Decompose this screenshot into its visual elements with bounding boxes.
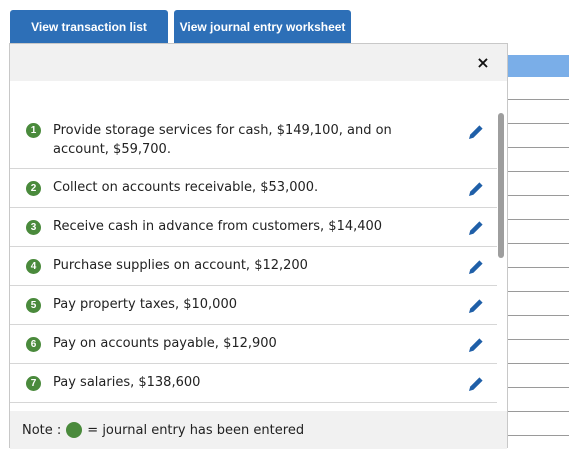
worksheet-gridline — [508, 315, 569, 316]
transaction-row: 5 Pay property taxes, $10,000 — [10, 286, 497, 325]
transaction-text: Pay salaries, $138,600 — [53, 375, 201, 390]
worksheet-gridline — [508, 195, 569, 196]
entered-status-badge: 7 — [26, 376, 41, 391]
view-journal-entry-worksheet-tab[interactable]: View journal entry worksheet — [174, 10, 351, 43]
pencil-icon[interactable] — [466, 179, 486, 199]
transaction-text: Receive cash in advance from customers, … — [53, 219, 383, 234]
note-label: Note : — [22, 422, 62, 438]
entered-status-badge: 2 — [26, 181, 41, 196]
worksheet-gridline — [508, 123, 569, 124]
entered-status-badge: 1 — [26, 123, 41, 138]
legend-note: Note : = journal entry has been entered — [10, 411, 507, 449]
worksheet-gridline — [508, 291, 569, 292]
entered-status-badge: 4 — [26, 259, 41, 274]
entered-status-badge: 3 — [26, 220, 41, 235]
transaction-row: 3 Receive cash in advance from customers… — [10, 208, 497, 247]
transaction-row: 7 Pay salaries, $138,600 — [10, 364, 497, 403]
transaction-text: Pay property taxes, $10,000 — [53, 297, 237, 312]
transaction-text: Purchase supplies on account, $12,200 — [53, 258, 308, 273]
transaction-row: 2 Collect on accounts receivable, $53,00… — [10, 169, 497, 208]
worksheet-gridline — [508, 411, 569, 412]
pencil-icon[interactable] — [466, 296, 486, 316]
worksheet-gridline — [508, 147, 569, 148]
worksheet-gridline — [508, 171, 569, 172]
transaction-text: Provide storage services for cash, $149,… — [53, 123, 392, 157]
worksheet-gridline — [508, 339, 569, 340]
worksheet-gridline — [508, 99, 569, 100]
worksheet-gridline — [508, 363, 569, 364]
note-text: = journal entry has been entered — [87, 422, 305, 438]
worksheet-header-background — [508, 55, 569, 77]
worksheet-gridline — [508, 243, 569, 244]
pencil-icon[interactable] — [466, 218, 486, 238]
worksheet-gridline — [508, 267, 569, 268]
transaction-text: Collect on accounts receivable, $53,000. — [53, 180, 319, 195]
panel-header: × — [10, 44, 507, 81]
pencil-icon[interactable] — [466, 122, 486, 142]
transaction-row: 1 Provide storage services for cash, $14… — [10, 113, 497, 169]
view-transaction-list-tab[interactable]: View transaction list — [10, 10, 168, 43]
transaction-list-panel: × 1 Provide storage services for cash, $… — [9, 43, 508, 449]
transaction-text: Pay on accounts payable, $12,900 — [53, 336, 277, 351]
transaction-row: 4 Purchase supplies on account, $12,200 — [10, 247, 497, 286]
pencil-icon[interactable] — [466, 257, 486, 277]
entered-status-badge: 6 — [26, 337, 41, 352]
scrollbar-thumb[interactable] — [498, 113, 504, 258]
pencil-icon[interactable] — [466, 374, 486, 394]
close-icon[interactable]: × — [473, 52, 493, 72]
entered-status-badge: 5 — [26, 298, 41, 313]
worksheet-gridline — [508, 219, 569, 220]
transaction-list: 1 Provide storage services for cash, $14… — [10, 113, 497, 403]
transaction-row: 6 Pay on accounts payable, $12,900 — [10, 325, 497, 364]
worksheet-gridline — [508, 435, 569, 436]
worksheet-gridline — [508, 387, 569, 388]
pencil-icon[interactable] — [466, 335, 486, 355]
entered-indicator-icon — [66, 422, 83, 438]
